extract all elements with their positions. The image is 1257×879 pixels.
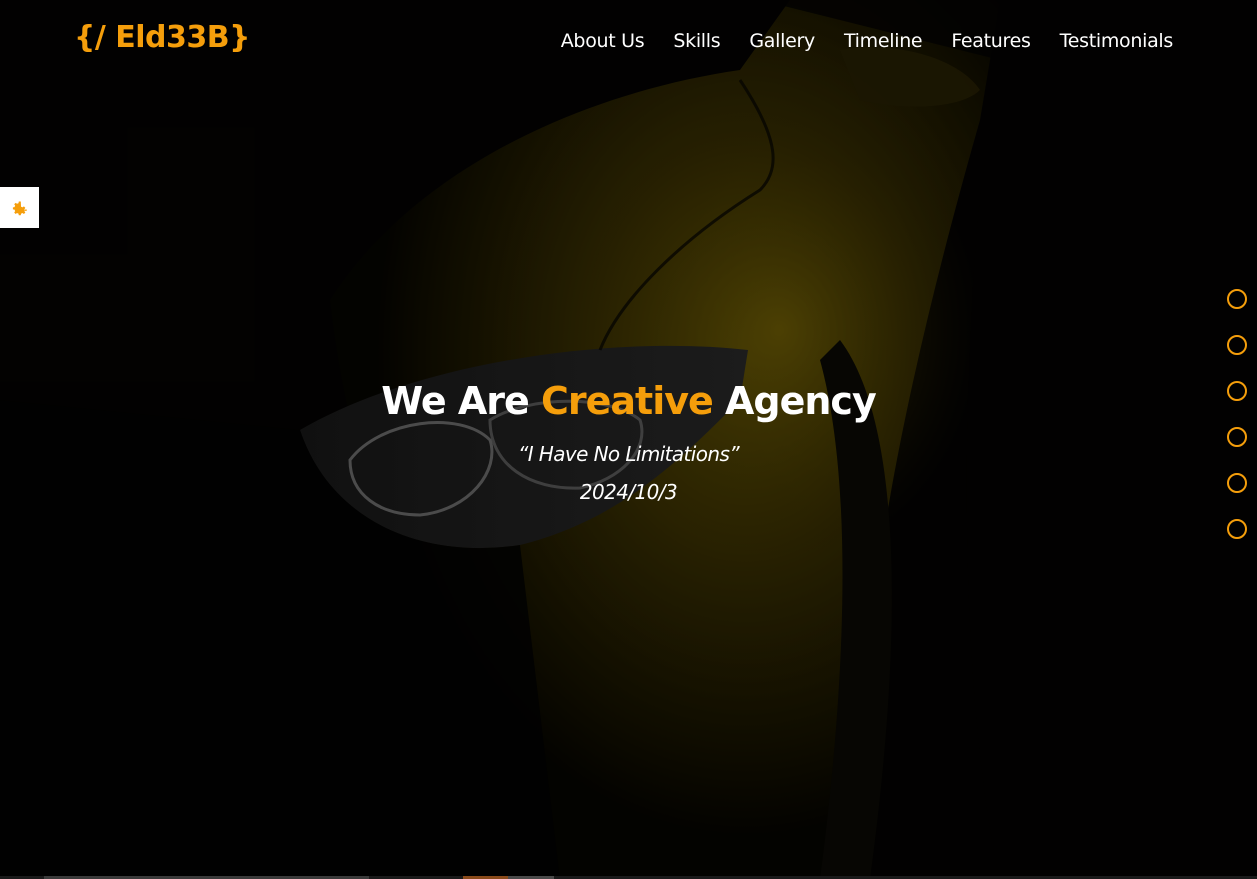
hero-title-accent: Creative bbox=[540, 379, 714, 423]
intro-section: We Are Creative Agency “I Have No Limita… bbox=[0, 375, 1257, 507]
nav-bullet[interactable] bbox=[1227, 335, 1247, 355]
hero-title: We Are Creative Agency bbox=[0, 375, 1257, 427]
nav-link-testimonials[interactable]: Testimonials bbox=[1060, 28, 1174, 54]
hero-date: 2024/10/3 bbox=[579, 480, 678, 504]
nav-link-skills[interactable]: Skills bbox=[673, 28, 720, 54]
hero-title-before: We Are bbox=[381, 379, 541, 423]
logo[interactable]: {/ Eld33B} bbox=[74, 20, 250, 56]
main-nav: About Us Skills Gallery Timeline Feature… bbox=[561, 28, 1174, 54]
nav-link-about-us[interactable]: About Us bbox=[561, 28, 645, 54]
gear-icon bbox=[12, 201, 27, 215]
hero-title-after: Agency bbox=[712, 379, 877, 423]
nav-bullet[interactable] bbox=[1227, 519, 1247, 539]
landing-page: {/ Eld33B} About Us Skills Gallery Timel… bbox=[0, 0, 1257, 879]
nav-link-timeline[interactable]: Timeline bbox=[844, 28, 923, 54]
nav-bullet[interactable] bbox=[1227, 289, 1247, 309]
settings-toggle-button[interactable] bbox=[0, 187, 39, 228]
nav-link-gallery[interactable]: Gallery bbox=[749, 28, 815, 54]
header: {/ Eld33B} About Us Skills Gallery Timel… bbox=[0, 0, 1257, 84]
hero-quote: “I Have No Limitations” bbox=[517, 442, 740, 466]
nav-link-features[interactable]: Features bbox=[951, 28, 1031, 54]
